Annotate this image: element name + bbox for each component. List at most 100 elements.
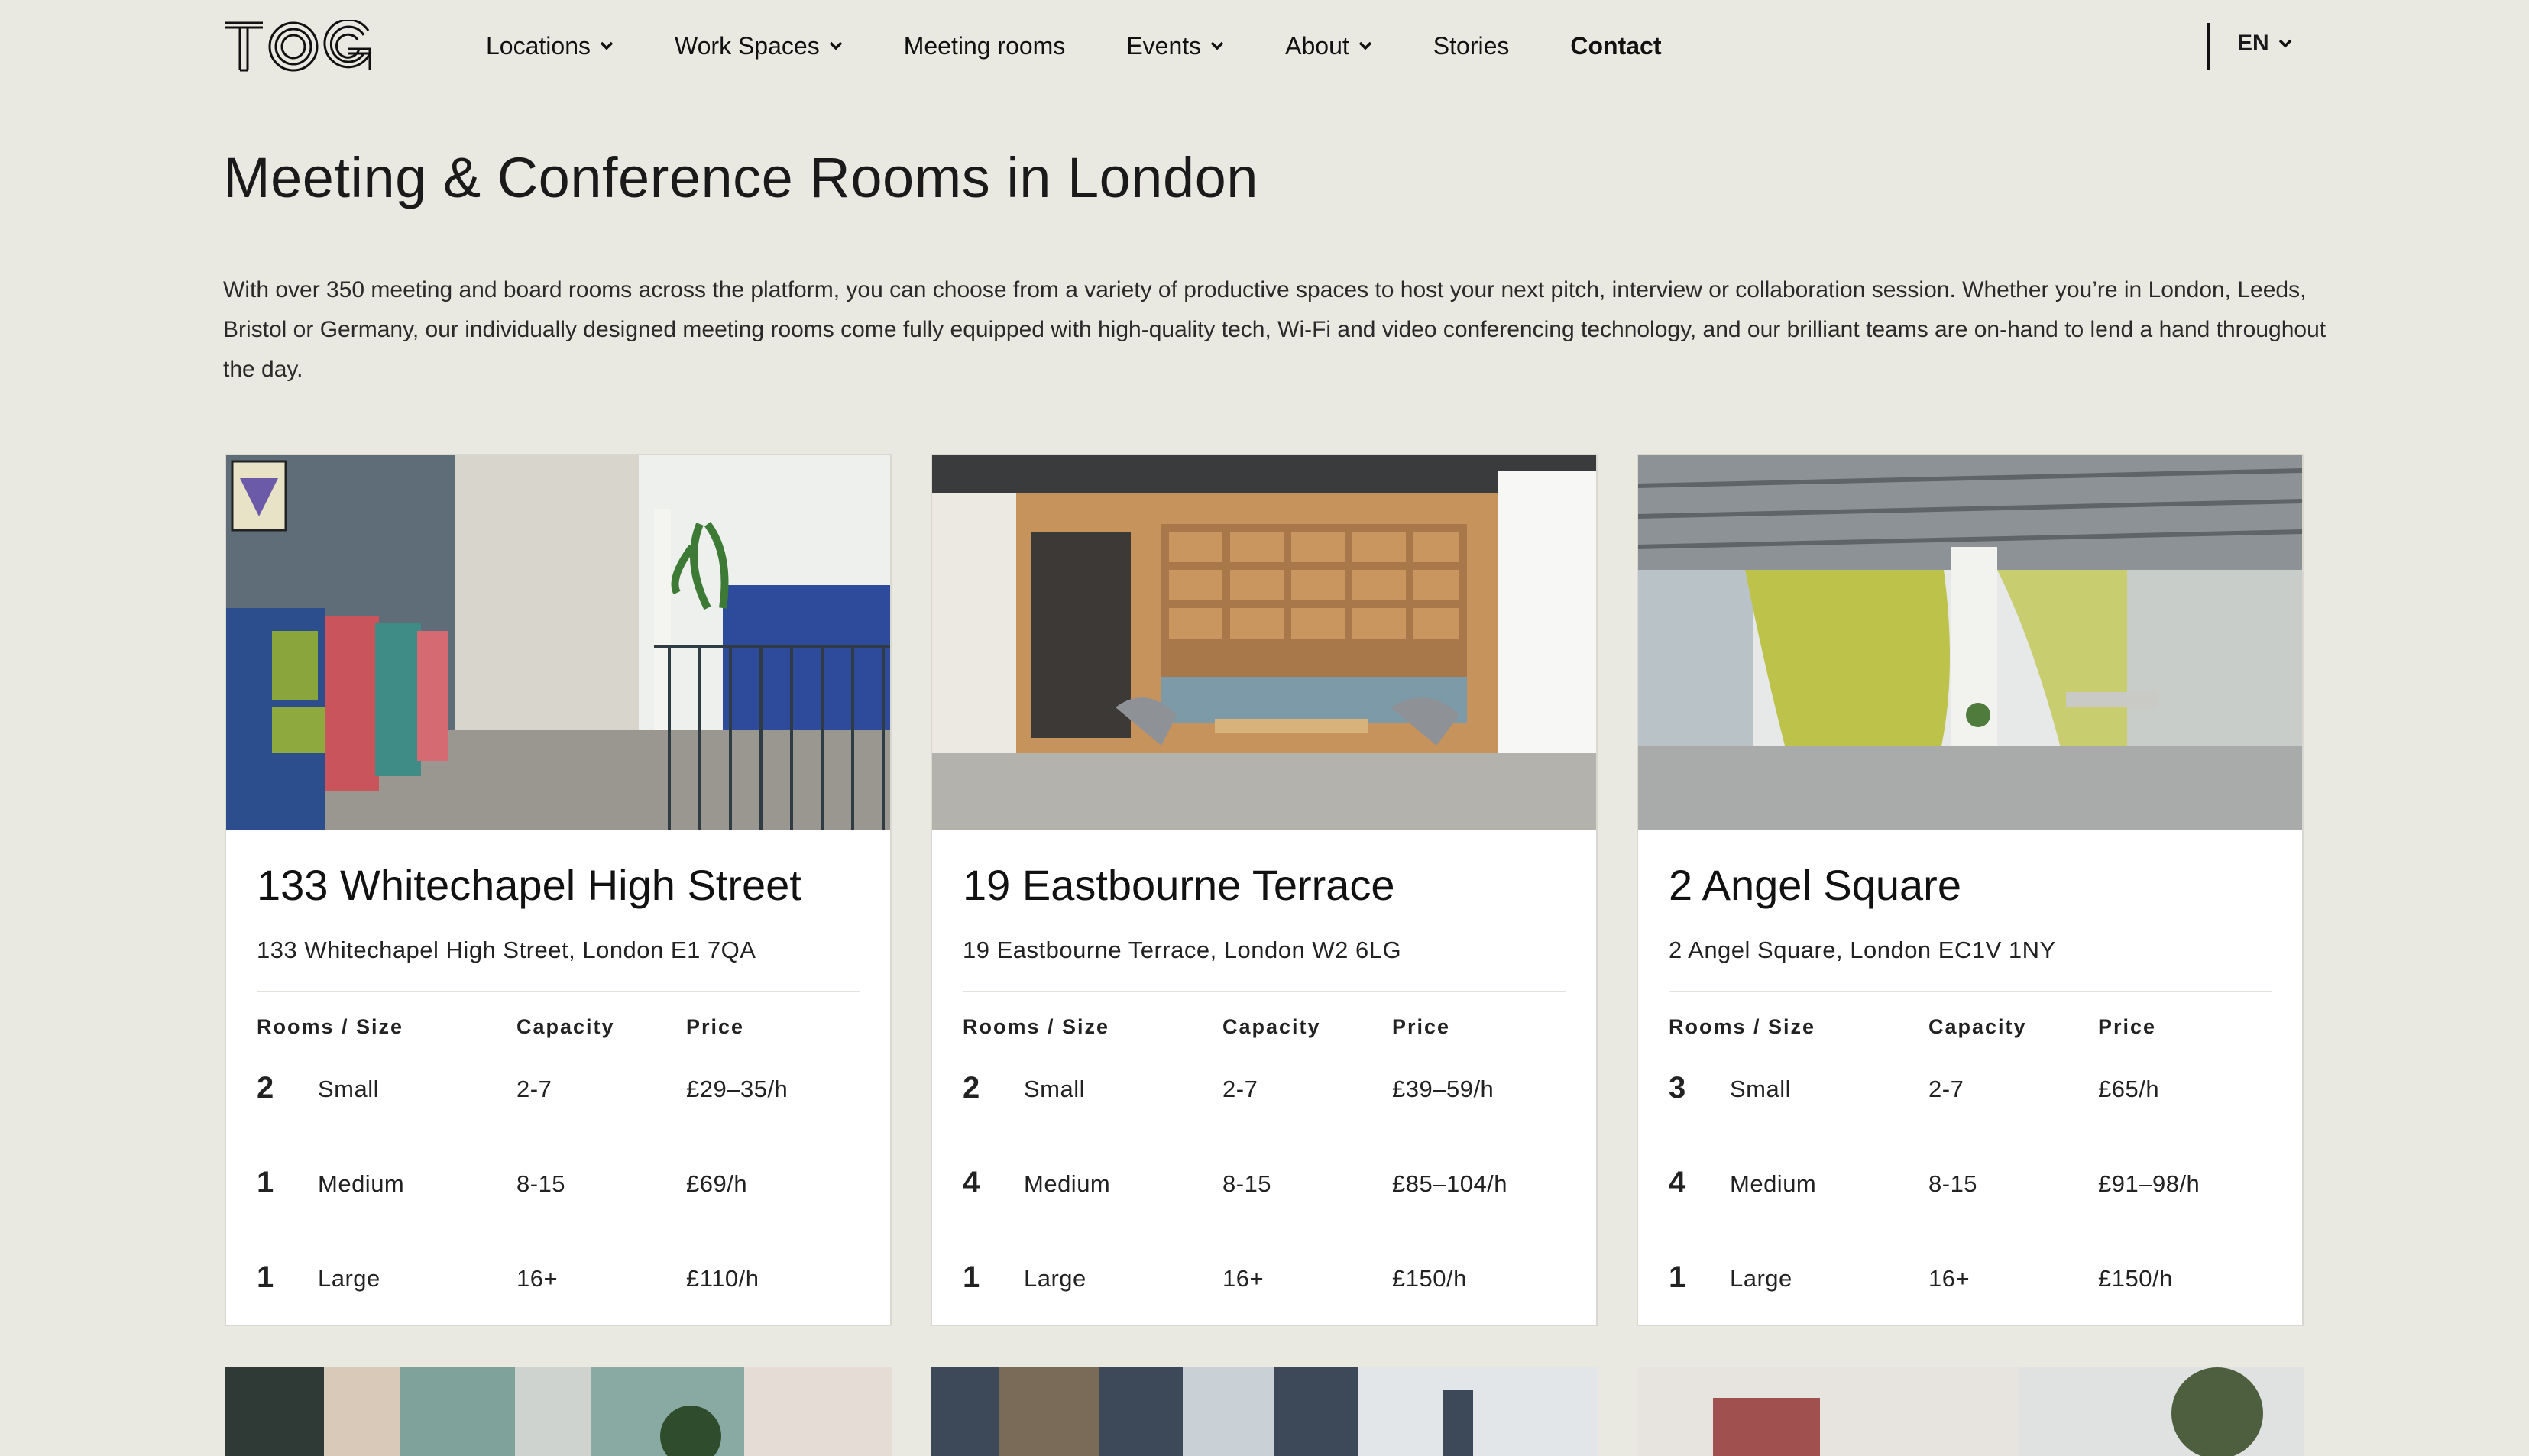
room-size: Small <box>1024 1076 1086 1102</box>
room-price: £110/h <box>686 1265 759 1292</box>
location-card[interactable]: 2 Angel Square 2 Angel Square, London EC… <box>1637 454 2304 1326</box>
eastbourne-photo <box>932 455 1596 830</box>
chevron-down-icon <box>1210 41 1224 50</box>
room-size: Medium <box>1730 1170 1817 1197</box>
main-menu: Locations Work Spaces Meeting rooms Even… <box>486 23 1722 69</box>
location-address: 19 Eastbourne Terrace, London W2 6LG <box>963 937 1402 963</box>
room-row: 4 Medium 8-15 £85–104/h <box>932 1166 1596 1216</box>
intro-paragraph: With over 350 meeting and board rooms ac… <box>223 277 2327 382</box>
room-price: £91–98/h <box>2098 1170 2200 1197</box>
location-title[interactable]: 2 Angel Square <box>1669 860 1961 910</box>
location-photo <box>931 1367 1598 1456</box>
room-price: £69/h <box>686 1170 748 1197</box>
location-photo <box>1637 1367 2304 1456</box>
price-header: Price <box>2098 1015 2157 1038</box>
nav-about[interactable]: About <box>1285 32 1372 60</box>
location-title[interactable]: 133 Whitechapel High Street <box>257 860 801 910</box>
top-navigation: Locations Work Spaces Meeting rooms Even… <box>0 0 2529 92</box>
room-row: 2 Small 2-7 £39–59/h <box>932 1071 1596 1121</box>
location-card-partial[interactable] <box>931 1367 1598 1456</box>
room-capacity: 2-7 <box>516 1076 552 1102</box>
location-title[interactable]: 19 Eastbourne Terrace <box>963 860 1395 910</box>
room-size: Small <box>318 1076 380 1102</box>
language-label: EN <box>2237 31 2269 56</box>
room-price: £150/h <box>2098 1265 2173 1292</box>
location-photo <box>225 1367 892 1456</box>
rooms-size-header: Rooms / Size <box>1669 1015 1816 1038</box>
room-row: 1 Large 16+ £150/h <box>932 1260 1596 1311</box>
room-size: Large <box>1730 1265 1792 1292</box>
nav-contact-label: Contact <box>1570 31 1662 60</box>
nav-work-spaces[interactable]: Work Spaces <box>675 32 843 60</box>
location-photo <box>226 455 890 830</box>
location-address: 133 Whitechapel High Street, London E1 7… <box>257 937 756 963</box>
room-count: 4 <box>963 1166 980 1199</box>
nav-locations[interactable]: Locations <box>486 32 614 60</box>
nav-work-spaces-label: Work Spaces <box>674 31 820 60</box>
tog-logo[interactable] <box>223 18 373 73</box>
capacity-header: Capacity <box>1222 1015 1321 1038</box>
nav-contact[interactable]: Contact <box>1570 32 1661 60</box>
room-capacity: 8-15 <box>1222 1170 1272 1197</box>
room-size: Medium <box>1024 1170 1111 1197</box>
nav-stories-label: Stories <box>1433 31 1510 60</box>
divider <box>963 991 1566 992</box>
room-size: Medium <box>318 1170 405 1197</box>
room-price: £39–59/h <box>1392 1076 1494 1102</box>
price-header: Price <box>686 1015 745 1038</box>
location-card-partial[interactable] <box>1637 1367 2304 1456</box>
room-row: 2 Small 2-7 £29–35/h <box>226 1071 890 1121</box>
room-row: 4 Medium 8-15 £91–98/h <box>1638 1166 2302 1216</box>
chevron-down-icon <box>600 41 614 50</box>
room-capacity: 2-7 <box>1222 1076 1258 1102</box>
chevron-down-icon <box>2278 39 2291 48</box>
location-card[interactable]: 19 Eastbourne Terrace 19 Eastbourne Terr… <box>931 454 1598 1326</box>
nav-stories[interactable]: Stories <box>1433 32 1510 60</box>
location-card-partial[interactable] <box>225 1367 892 1456</box>
page-title: Meeting & Conference Rooms in London <box>223 146 1258 209</box>
divider <box>1669 991 2272 992</box>
room-count: 1 <box>1669 1260 1686 1294</box>
nav-events[interactable]: Events <box>1126 32 1224 60</box>
room-count: 4 <box>1669 1166 1686 1199</box>
language-selector[interactable]: EN <box>2237 31 2292 57</box>
rooms-size-header: Rooms / Size <box>257 1015 404 1038</box>
nav-events-label: Events <box>1126 31 1202 60</box>
room-price: £29–35/h <box>686 1076 788 1102</box>
nav-locations-label: Locations <box>486 31 591 60</box>
logo-mark <box>225 18 372 72</box>
angel-square-photo <box>1638 455 2302 830</box>
room-row: 1 Large 16+ £150/h <box>1638 1260 2302 1311</box>
capacity-header: Capacity <box>516 1015 615 1038</box>
nav-divider <box>2207 23 2210 70</box>
room-row: 1 Large 16+ £110/h <box>226 1260 890 1311</box>
location-address: 2 Angel Square, London EC1V 1NY <box>1669 937 2056 963</box>
room-size: Large <box>318 1265 380 1292</box>
rooms-size-header: Rooms / Size <box>963 1015 1110 1038</box>
room-count: 2 <box>257 1071 274 1105</box>
room-capacity: 2-7 <box>1928 1076 1964 1102</box>
nav-meeting-rooms-label: Meeting rooms <box>903 31 1066 60</box>
capacity-header: Capacity <box>1928 1015 2027 1038</box>
room-row: 3 Small 2-7 £65/h <box>1638 1071 2302 1121</box>
chevron-down-icon <box>829 41 842 50</box>
room-capacity: 16+ <box>516 1265 559 1292</box>
chevron-down-icon <box>1358 41 1372 50</box>
room-count: 1 <box>963 1260 980 1294</box>
room-capacity: 16+ <box>1222 1265 1264 1292</box>
room-price: £85–104/h <box>1392 1170 1508 1197</box>
room-size: Small <box>1730 1076 1792 1102</box>
location-photo <box>932 455 1596 830</box>
location-photo <box>1638 455 2302 830</box>
page: Locations Work Spaces Meeting rooms Even… <box>0 0 2529 1456</box>
room-price: £65/h <box>2098 1076 2160 1102</box>
price-header: Price <box>1392 1015 1451 1038</box>
divider <box>257 991 860 992</box>
room-price: £150/h <box>1392 1265 1467 1292</box>
location-card[interactable]: 133 Whitechapel High Street 133 Whitecha… <box>225 454 892 1326</box>
room-capacity: 16+ <box>1928 1265 1970 1292</box>
whitechapel-photo <box>226 455 890 830</box>
room-capacity: 8-15 <box>1928 1170 1978 1197</box>
room-count: 1 <box>257 1166 274 1199</box>
nav-meeting-rooms[interactable]: Meeting rooms <box>904 32 1066 60</box>
